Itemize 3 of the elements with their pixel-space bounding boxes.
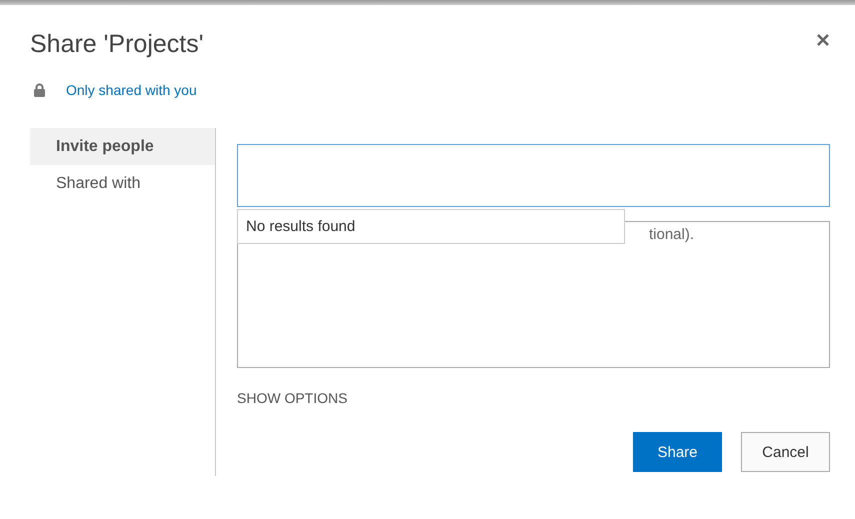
message-placeholder: tional). [649, 226, 694, 243]
dialog-title: Share 'Projects' [30, 30, 204, 59]
no-results-text: No results found [246, 218, 356, 235]
